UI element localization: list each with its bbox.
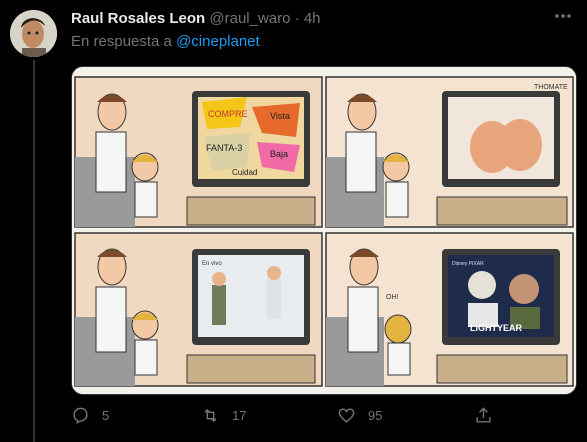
user-handle[interactable]: @raul_waro [209,10,290,27]
panel1-word-5: Cuidad [232,168,257,177]
reply-mention[interactable]: @cineplanet [176,33,260,50]
more-icon [555,14,571,18]
display-name[interactable]: Raul Rosales Leon [71,10,205,27]
avatar[interactable] [10,10,57,57]
panel1-word-3: FANTA-3 [206,143,242,153]
like-count: 95 [368,407,383,423]
like-icon [338,407,355,423]
poster-brand: Disney PIXAR [452,261,484,267]
separator: · [294,10,300,27]
reply-icon [73,407,88,424]
tweet-actions: 5 17 95 [71,402,501,428]
panel1-word-4: Baja [270,149,288,159]
comic-signature: THOMATE [534,84,568,91]
poster-title: LIGHTYEAR [470,323,523,333]
retweet-button[interactable]: 17 [201,402,246,428]
panel1-word-1: COMPRE [208,109,248,119]
tweet-image[interactable]: COMPRE Vista FANTA-3 Baja Cuidad THOMATE [71,66,577,395]
thread-line [33,60,35,442]
reply-count: 5 [102,407,110,423]
panel1-word-2: Vista [270,111,290,121]
timestamp[interactable]: 4h [304,10,321,27]
comic-panel-4: OH! Disney PIXAR LIGHTYEAR [325,232,574,387]
retweet-count: 17 [232,407,247,423]
tweet-header: Raul Rosales Leon @raul_waro · 4h [71,10,577,30]
comic-panel-2: THOMATE [325,76,574,228]
more-button[interactable] [551,6,575,26]
panel3-caption: En vivo [202,261,222,267]
panel4-speech: OH! [386,294,399,301]
reply-button[interactable]: 5 [71,402,109,428]
like-button[interactable]: 95 [337,402,382,428]
retweet-icon [204,408,217,422]
reply-context: En respuesta a @cineplanet [71,33,260,50]
comic-panel-1: COMPRE Vista FANTA-3 Baja Cuidad [74,76,323,228]
share-icon [476,406,491,423]
share-button[interactable] [474,402,505,428]
comic-panel-3: En vivo [74,232,323,387]
comic-strip: COMPRE Vista FANTA-3 Baja Cuidad THOMATE [72,67,576,394]
reply-prefix: En respuesta a [71,33,172,50]
